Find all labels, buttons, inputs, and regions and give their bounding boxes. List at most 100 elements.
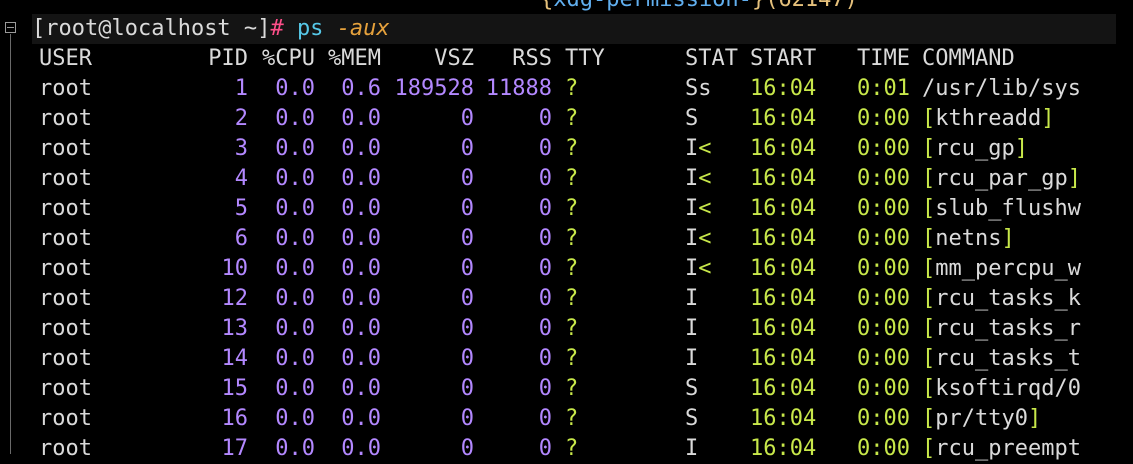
process-pid-cell: 15	[221, 376, 249, 401]
process-stat-code: S	[685, 376, 699, 401]
process-cpu-cell: 0.0	[275, 406, 315, 431]
process-tty-cell: ?	[565, 406, 579, 431]
process-tty-cell: ?	[565, 106, 579, 131]
header-start: START	[750, 46, 817, 71]
process-vsz-cell: 0	[460, 226, 474, 251]
process-tty-cell: ?	[565, 256, 579, 281]
process-stat-code: Ss	[685, 76, 712, 101]
prompt-open-bracket: [	[32, 16, 46, 41]
process-mem-cell: 0.0	[341, 256, 381, 281]
process-mem-cell: 0.0	[341, 436, 381, 461]
process-stat-cell: I<	[685, 194, 745, 224]
command-open-bracket: [	[922, 286, 936, 311]
process-row: root 15 0.0 0.0 0 0? S 16:04 0:00 [ksoftirqd/0	[0, 374, 1133, 404]
process-start-cell: 16:04	[750, 256, 817, 281]
process-stat-flag: <	[698, 196, 712, 221]
process-time-cell: 0:00	[857, 256, 910, 281]
process-stat-flag: <	[698, 136, 712, 161]
process-pid-cell: 17	[221, 436, 249, 461]
process-tty-cell: ?	[565, 226, 579, 251]
command-close-bracket: ]	[1067, 166, 1081, 191]
process-mem-cell: 0.6	[341, 76, 381, 101]
command-open-bracket: [	[922, 256, 936, 281]
process-rss-cell: 0	[538, 376, 552, 401]
process-user-cell: root	[39, 346, 92, 371]
process-time-cell: 0:00	[857, 346, 910, 371]
process-cmd-cell: /usr/lib/sys	[922, 74, 1133, 104]
command-name: rcu_preempt	[935, 436, 1081, 461]
command-open-bracket: [	[922, 226, 936, 251]
process-vsz-cell: 0	[460, 256, 474, 281]
process-user-cell: root	[39, 166, 92, 191]
process-pid-cell: 1	[234, 76, 248, 101]
process-mem-cell: 0.0	[341, 196, 381, 221]
process-time-cell: 0:01	[857, 76, 910, 101]
process-mem-cell: 0.0	[341, 346, 381, 371]
process-user-cell: root	[39, 76, 92, 101]
process-stat-cell: S	[685, 404, 745, 434]
command-name: kthreadd	[935, 106, 1042, 131]
process-rss-cell: 0	[538, 346, 552, 371]
process-cpu-cell: 0.0	[275, 106, 315, 131]
process-row: root 5 0.0 0.0 0 0? I< 16:04 0:00 [slub_flushw	[0, 194, 1133, 224]
process-user-cell: root	[39, 256, 92, 281]
prev-line-close-brace: }	[752, 0, 765, 12]
process-row: root 14 0.0 0.0 0 0? I 16:04 0:00 [rcu_tasks_t	[0, 344, 1133, 374]
command-open-bracket: [	[922, 406, 936, 431]
process-rss-cell: 0	[538, 106, 552, 131]
process-cpu-cell: 0.0	[275, 436, 315, 461]
process-pid-cell: 3	[234, 136, 248, 161]
process-mem-cell: 0.0	[341, 226, 381, 251]
process-row: root 10 0.0 0.0 0 0? I< 16:04 0:00 [mm_percpu_w	[0, 254, 1133, 284]
process-cmd-cell: [rcu_gp]	[922, 134, 1133, 164]
process-stat-code: I	[685, 286, 699, 311]
process-tty-cell: ?	[565, 76, 579, 101]
process-rss-cell: 0	[538, 286, 552, 311]
process-start-cell: 16:04	[750, 106, 817, 131]
process-time-cell: 0:00	[857, 166, 910, 191]
process-time-cell: 0:00	[857, 406, 910, 431]
process-cmd-cell: [kthreadd]	[922, 104, 1133, 134]
process-cmd-cell: [mm_percpu_w	[922, 254, 1133, 284]
process-mem-cell: 0.0	[341, 376, 381, 401]
process-tty-cell: ?	[565, 436, 579, 461]
command-open-bracket: [	[922, 166, 936, 191]
process-cpu-cell: 0.0	[275, 286, 315, 311]
process-stat-code: I	[685, 166, 699, 191]
process-row: root 6 0.0 0.0 0 0? I< 16:04 0:00 [netns]	[0, 224, 1133, 254]
process-tty-cell: ?	[565, 346, 579, 371]
process-cpu-cell: 0.0	[275, 76, 315, 101]
process-pid-cell: 5	[234, 196, 248, 221]
process-cmd-cell: [ksoftirqd/0	[922, 374, 1133, 404]
process-cpu-cell: 0.0	[275, 226, 315, 251]
process-pid-cell: 14	[221, 346, 249, 371]
fold-collapse-icon[interactable]	[5, 22, 16, 33]
process-tty-cell: ?	[565, 376, 579, 401]
process-stat-cell: I<	[685, 134, 745, 164]
process-cmd-cell: [rcu_tasks_r	[922, 314, 1133, 344]
process-user-cell: root	[39, 286, 92, 311]
header-command: COMMAND	[922, 46, 1015, 71]
process-stat-cell: I<	[685, 164, 745, 194]
process-tty-cell: ?	[565, 166, 579, 191]
process-time-cell: 0:00	[857, 136, 910, 161]
prompt-close-bracket: ]	[257, 16, 271, 41]
ps-header-row: USER PID %CPU %MEM VSZ RSS TTY STAT STAR…	[0, 44, 1133, 74]
process-cmd-cell: [netns]	[922, 224, 1133, 254]
process-mem-cell: 0.0	[341, 166, 381, 191]
process-tty-cell: ?	[565, 196, 579, 221]
prev-line-open-brace: {	[540, 0, 553, 12]
command-prompt-line[interactable]: [root@localhost ~]# ps -aux	[32, 14, 1116, 44]
process-vsz-cell: 0	[460, 106, 474, 131]
process-stat-code: I	[685, 256, 699, 281]
command-name: rcu_par_gp	[935, 166, 1068, 191]
header-vsz: VSZ	[434, 46, 474, 71]
process-time-cell: 0:00	[857, 226, 910, 251]
process-row: root 12 0.0 0.0 0 0? I 16:04 0:00 [rcu_tasks_k	[0, 284, 1133, 314]
process-user-cell: root	[39, 436, 92, 461]
process-vsz-cell: 0	[460, 136, 474, 161]
process-start-cell: 16:04	[750, 136, 817, 161]
header-tty: TTY	[565, 46, 605, 71]
process-vsz-cell: 0	[460, 166, 474, 191]
previous-output-line: {xdg-permission-}(62147)	[540, 0, 858, 15]
